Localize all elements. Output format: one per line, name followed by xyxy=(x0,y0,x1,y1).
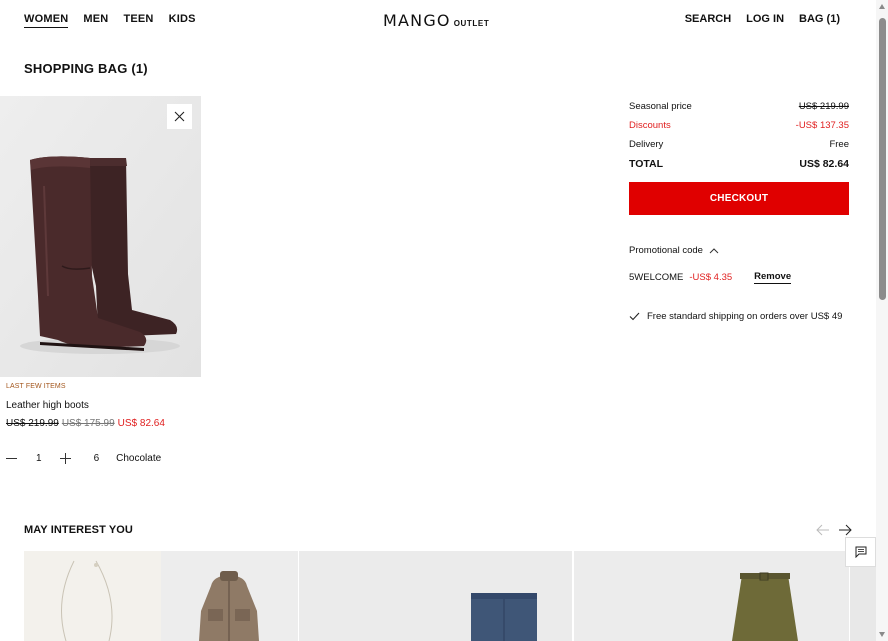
jacket-image xyxy=(199,571,259,641)
login-link[interactable]: LOG IN xyxy=(746,13,784,25)
logo-outlet-text: OUTLET xyxy=(453,19,490,28)
scroll-down-icon[interactable] xyxy=(879,632,885,637)
necklace-image xyxy=(61,560,113,641)
bag-link[interactable]: BAG (1) xyxy=(799,13,840,25)
scrollbar-thumb[interactable] xyxy=(879,18,886,300)
product-image[interactable] xyxy=(0,96,201,377)
skirt-image xyxy=(732,572,798,641)
search-link[interactable]: SEARCH xyxy=(685,13,731,25)
quantity-row: 1 6 Chocolate xyxy=(6,452,161,464)
delivery-label: Delivery xyxy=(629,139,664,150)
shipping-note: Free standard shipping on orders over US… xyxy=(629,311,842,322)
rec-item-jacket[interactable] xyxy=(161,551,298,641)
brand-logo[interactable]: MANGO OUTLET xyxy=(383,11,489,30)
check-icon xyxy=(629,312,640,321)
discounts-label: Discounts xyxy=(629,120,671,131)
main-nav: WOMEN MEN TEEN KIDS xyxy=(24,13,211,28)
product-name[interactable]: Leather high boots xyxy=(6,400,89,411)
seasonal-price-row: Seasonal price US$ 219.99 xyxy=(629,97,849,116)
discounts-row: Discounts -US$ 137.35 xyxy=(629,116,849,135)
arrow-left-icon[interactable] xyxy=(816,523,830,537)
total-value: US$ 82.64 xyxy=(799,157,849,170)
promo-discount: -US$ 4.35 xyxy=(689,272,733,283)
scroll-up-icon[interactable] xyxy=(879,4,885,9)
price-original: US$ 219.99 xyxy=(6,418,59,429)
seasonal-price-label: Seasonal price xyxy=(629,101,692,112)
chat-button[interactable] xyxy=(845,537,876,567)
boots-image xyxy=(0,96,201,377)
rec-item-skirt[interactable] xyxy=(574,551,849,641)
order-summary: Seasonal price US$ 219.99 Discounts -US$… xyxy=(629,97,849,173)
total-row: TOTAL US$ 82.64 xyxy=(629,154,849,173)
stock-badge: LAST FEW ITEMS xyxy=(6,383,66,390)
user-nav: SEARCH LOG IN BAG (1) xyxy=(670,13,840,25)
page-scrollbar[interactable] xyxy=(876,0,888,641)
jeans-image xyxy=(471,593,537,641)
recommendations-title: MAY INTEREST YOU xyxy=(24,524,133,536)
chevron-up-icon xyxy=(709,247,719,253)
promo-code-toggle[interactable]: Promotional code xyxy=(629,245,719,256)
nav-teen[interactable]: TEEN xyxy=(123,13,153,28)
remove-item-button[interactable] xyxy=(167,104,192,129)
price-current: US$ 82.64 xyxy=(117,418,165,429)
discounts-value: -US$ 137.35 xyxy=(795,120,849,131)
product-prices: US$ 219.99 US$ 175.99 US$ 82.64 xyxy=(6,418,165,429)
carousel-controls xyxy=(816,523,852,537)
nav-kids[interactable]: KIDS xyxy=(169,13,196,28)
logo-brand-text: MANGO xyxy=(383,11,451,30)
page-title: SHOPPING BAG (1) xyxy=(24,61,148,76)
increase-quantity-button[interactable] xyxy=(59,452,72,464)
quantity-value: 1 xyxy=(36,452,42,464)
rec-item-jeans[interactable] xyxy=(299,551,572,641)
checkout-button[interactable]: CHECKOUT xyxy=(629,182,849,215)
nav-men[interactable]: MEN xyxy=(83,13,108,28)
arrow-right-icon[interactable] xyxy=(838,523,852,537)
price-previous: US$ 175.99 xyxy=(61,418,115,429)
shipping-note-text: Free standard shipping on orders over US… xyxy=(647,311,843,322)
header: WOMEN MEN TEEN KIDS MANGO OUTLET SEARCH … xyxy=(0,0,876,42)
delivery-row: Delivery Free xyxy=(629,135,849,154)
total-label: TOTAL xyxy=(629,157,664,170)
color-value: Chocolate xyxy=(116,452,162,464)
seasonal-price-value: US$ 219.99 xyxy=(798,101,849,112)
chat-icon xyxy=(855,546,866,558)
rec-item-necklace[interactable] xyxy=(24,551,161,641)
delivery-value: Free xyxy=(829,139,849,150)
applied-promo: 5WELCOME -US$ 4.35 Remove xyxy=(629,271,792,284)
size-value: 6 xyxy=(93,452,100,464)
decrease-quantity-button[interactable] xyxy=(6,452,18,464)
remove-promo-link[interactable]: Remove xyxy=(754,271,792,284)
nav-women[interactable]: WOMEN xyxy=(24,13,69,28)
promo-code-label: Promotional code xyxy=(629,245,703,256)
close-icon xyxy=(174,111,185,122)
promo-code-value: 5WELCOME xyxy=(629,272,684,283)
recommendations-carousel xyxy=(24,551,876,641)
